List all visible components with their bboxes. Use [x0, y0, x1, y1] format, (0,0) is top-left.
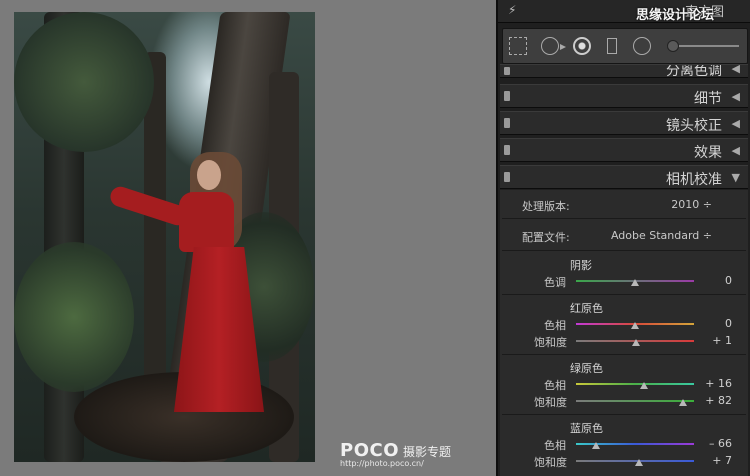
green-sat-slider[interactable] — [576, 400, 694, 402]
profile-select[interactable]: Adobe Standard ÷ — [611, 229, 712, 242]
blue-sat-knob[interactable] — [635, 459, 644, 466]
blue-title: 蓝原色 — [570, 422, 603, 435]
section-toggle[interactable] — [504, 67, 510, 75]
section-toggle[interactable] — [504, 172, 510, 182]
green-sat-label: 饱和度 — [534, 396, 567, 409]
foliage — [14, 12, 154, 152]
green-hue-label: 色相 — [544, 379, 566, 392]
shadow-tint-label: 色调 — [544, 276, 566, 289]
foliage — [14, 242, 134, 392]
section-camera-calibration[interactable]: 相机校准 ▼ — [500, 165, 748, 189]
shadow-title: 阴影 — [570, 259, 592, 272]
divider — [502, 354, 746, 355]
section-lens-corrections[interactable]: 镜头校正 ◀ — [500, 111, 748, 135]
red-hue-value: 0 — [725, 317, 732, 330]
blue-hue-value: – 66 — [709, 437, 732, 450]
green-sat-value: + 82 — [705, 394, 732, 407]
red-title: 红原色 — [570, 302, 603, 315]
photo-canvas — [14, 12, 315, 462]
photo-watermark: POCO 摄影专题 http://photo.poco.cn/ — [340, 440, 451, 468]
watermark-url: http://photo.poco.cn/ — [340, 459, 424, 468]
spot-removal-icon[interactable] — [541, 37, 566, 55]
crop-grid-icon[interactable] — [509, 37, 527, 55]
watermark-brand: POCO — [340, 440, 400, 461]
figure-head — [197, 160, 221, 190]
section-effects[interactable]: 效果 ◀ — [500, 138, 748, 162]
blue-hue-knob[interactable] — [592, 442, 601, 449]
chevron-left-icon: ◀ — [731, 90, 740, 103]
red-hue-knob[interactable] — [631, 322, 639, 329]
shadow-tint-knob[interactable] — [631, 279, 639, 286]
section-detail[interactable]: 细节 ◀ — [500, 84, 748, 108]
chevron-left-icon: ◀ — [731, 144, 740, 157]
section-label: 效果 — [694, 145, 722, 161]
section-label: 分离色调 — [666, 64, 722, 78]
red-eye-icon[interactable] — [573, 37, 591, 55]
watermark-sub: 摄影专题 — [403, 445, 452, 459]
green-hue-knob[interactable] — [640, 382, 649, 389]
green-hue-value: + 16 — [705, 377, 732, 390]
process-select[interactable]: 2010 ÷ — [671, 198, 712, 211]
red-hue-label: 色相 — [544, 319, 566, 332]
graduated-filter-icon[interactable] — [607, 38, 617, 54]
blue-sat-label: 饱和度 — [534, 456, 567, 469]
blue-sat-value: + 7 — [712, 454, 732, 467]
chevron-left-icon: ◀ — [731, 64, 740, 75]
red-sat-label: 饱和度 — [534, 336, 567, 349]
bolt-icon: ⚡ — [508, 3, 517, 17]
red-sat-knob[interactable] — [631, 339, 640, 346]
chevron-left-icon: ◀ — [731, 117, 740, 130]
figure-dress-top — [179, 192, 234, 252]
shadow-tint-value: 0 — [725, 274, 732, 287]
section-label: 相机校准 — [666, 172, 722, 188]
red-sat-value: + 1 — [712, 334, 732, 347]
profile-label: 配置文件: — [522, 231, 570, 244]
process-label: 处理版本: — [522, 200, 570, 213]
divider — [502, 250, 746, 251]
histogram-header[interactable]: ⚡ 直方图 思缘设计论坛 — [498, 0, 750, 23]
green-hue-slider[interactable] — [576, 383, 694, 385]
section-label: 镜头校正 — [666, 118, 722, 134]
divider — [502, 414, 746, 415]
blue-hue-label: 色相 — [544, 439, 566, 452]
green-title: 绿原色 — [570, 362, 603, 375]
divider — [502, 218, 746, 219]
divider — [502, 294, 746, 295]
green-sat-knob[interactable] — [679, 399, 688, 406]
section-label: 细节 — [694, 91, 722, 107]
section-toggle[interactable] — [504, 91, 510, 101]
section-toggle[interactable] — [504, 118, 510, 128]
camera-calibration-body: 处理版本: 2010 ÷ 配置文件: Adobe Standard ÷ 阴影 色… — [500, 190, 748, 476]
brush-slider-knob[interactable] — [667, 40, 679, 52]
section-toggle[interactable] — [504, 145, 510, 155]
radial-filter-icon[interactable] — [633, 37, 651, 55]
develop-panel: ⚡ 直方图 思缘设计论坛 分离色调 ◀ 细节 ◀ 镜头校正 ◀ 效果 ◀ 相机校… — [496, 0, 750, 476]
site-watermark: 思缘设计论坛 — [635, 8, 714, 23]
section-split-toning[interactable]: 分离色调 ◀ — [500, 64, 748, 78]
chevron-down-icon: ▼ — [731, 171, 740, 184]
tool-strip — [502, 28, 748, 64]
